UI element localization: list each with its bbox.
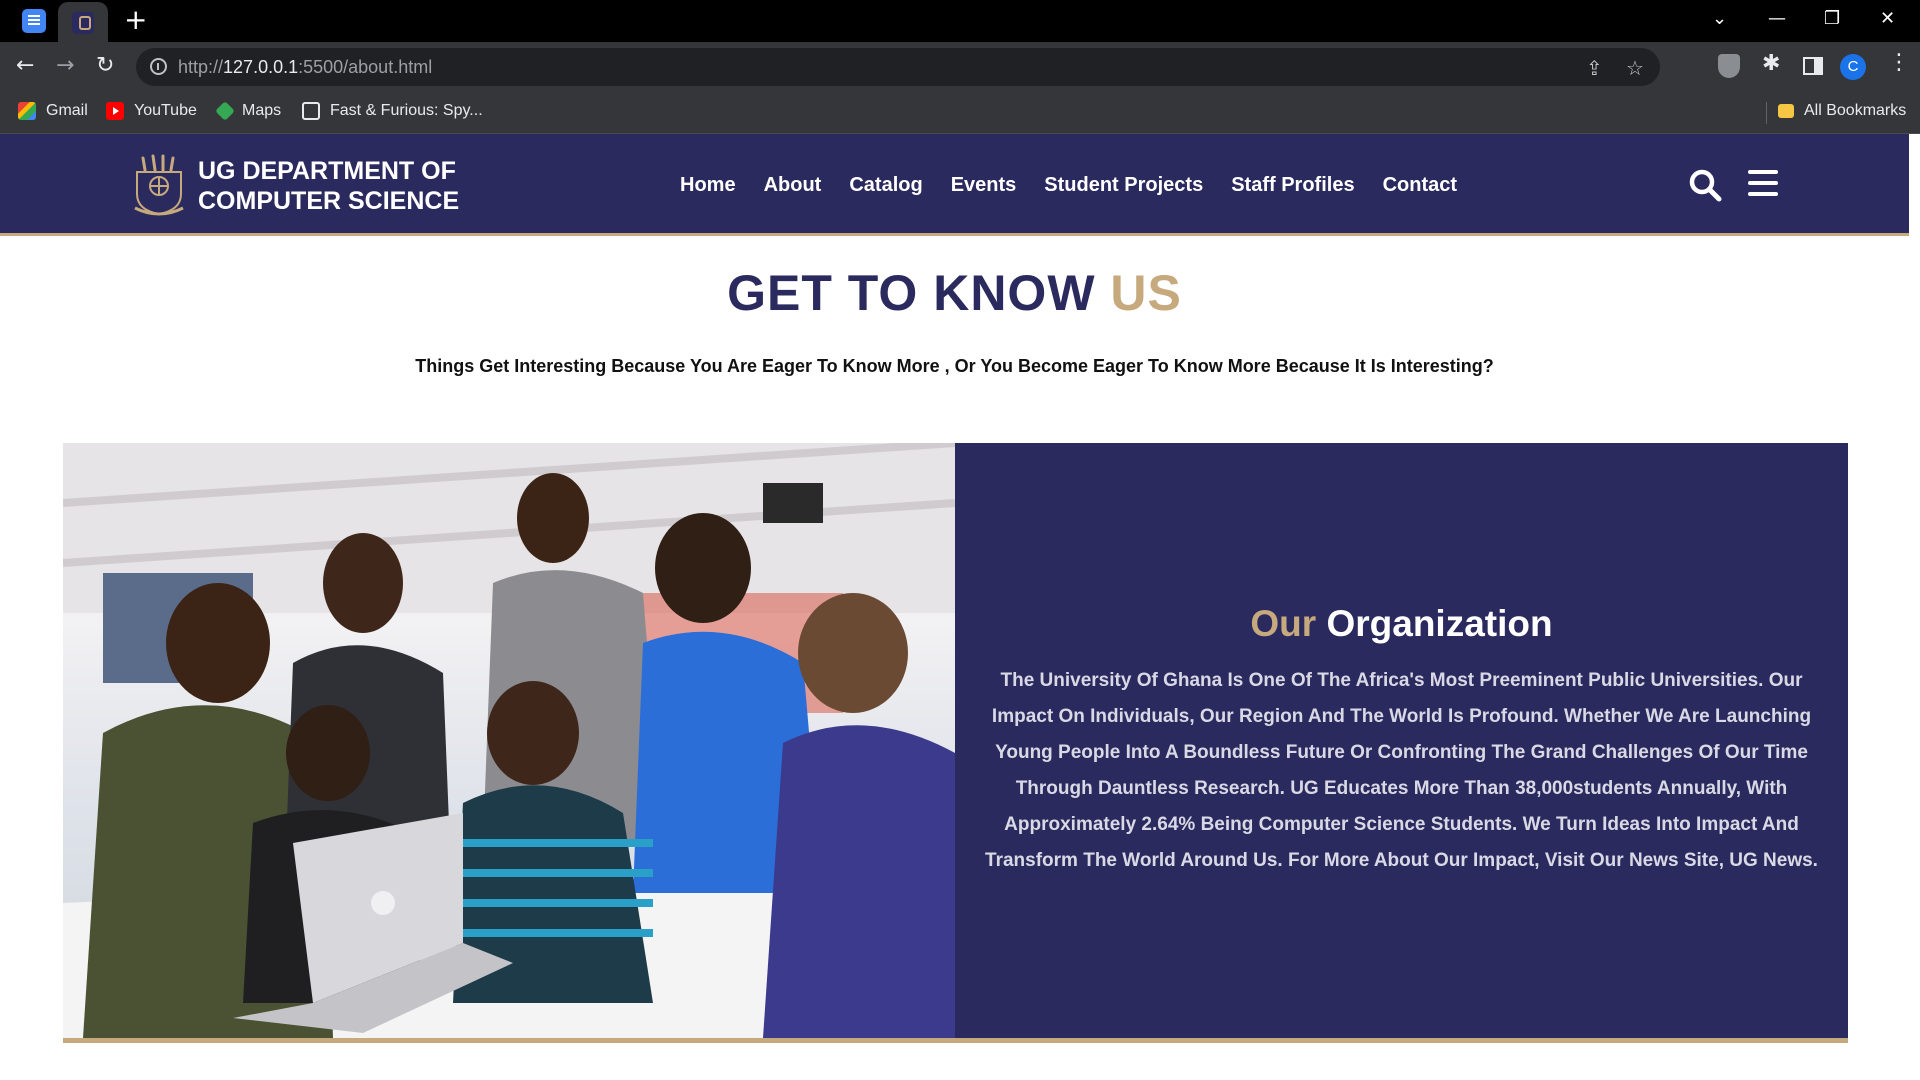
- nav-contact[interactable]: Contact: [1383, 174, 1457, 197]
- page-tagline: Things Get Interesting Because You Are E…: [415, 356, 1494, 376]
- browser-menu-icon[interactable]: ⋮: [1888, 50, 1910, 75]
- bookmark-youtube[interactable]: YouTube: [106, 102, 197, 120]
- reload-button[interactable]: ↻: [96, 53, 114, 78]
- organization-description: The University Of Ghana Is One Of The Af…: [985, 670, 1818, 871]
- organization-title: Our Organization: [1250, 603, 1553, 644]
- bookmarks-bar: Gmail YouTube Maps Fast & Furious: Spy..…: [0, 92, 1920, 134]
- about-section: Our Organization The University Of Ghana…: [63, 443, 1848, 1043]
- university-crest-icon[interactable]: [131, 154, 187, 216]
- close-window-button[interactable]: ✕: [1880, 8, 1895, 29]
- browser-tab-bar: + ⌄ — ❐ ✕: [0, 0, 1920, 42]
- maps-icon: [215, 101, 235, 121]
- bookmark-fast-furious[interactable]: Fast & Furious: Spy...: [302, 102, 483, 120]
- main-menu: Home About Catalog Events Student Projec…: [680, 174, 1457, 197]
- bookmark-star-icon[interactable]: ☆: [1626, 56, 1644, 80]
- restore-button[interactable]: ❐: [1824, 8, 1840, 29]
- nav-student-projects[interactable]: Student Projects: [1044, 174, 1203, 197]
- side-panel-icon[interactable]: [1803, 57, 1823, 75]
- nav-catalog[interactable]: Catalog: [849, 174, 922, 197]
- back-button[interactable]: ←: [16, 53, 34, 78]
- site-brand[interactable]: UG DEPARTMENT OF COMPUTER SCIENCE: [198, 156, 459, 216]
- nav-events[interactable]: Events: [951, 174, 1017, 197]
- site-info-icon[interactable]: [150, 58, 167, 75]
- students-photo: [63, 443, 955, 1038]
- nav-about[interactable]: About: [764, 174, 822, 197]
- search-icon[interactable]: [1688, 168, 1722, 202]
- youtube-icon: [106, 102, 124, 120]
- tab-search-icon[interactable]: ⌄: [1712, 8, 1727, 29]
- profile-avatar[interactable]: C: [1840, 54, 1866, 80]
- organization-panel: Our Organization The University Of Ghana…: [955, 443, 1848, 1038]
- address-bar[interactable]: http://127.0.0.1:5500/about.html ⇪ ☆: [136, 48, 1660, 86]
- share-icon[interactable]: ⇪: [1586, 56, 1603, 80]
- nav-staff-profiles[interactable]: Staff Profiles: [1231, 174, 1354, 197]
- site-favicon-icon: [72, 12, 94, 34]
- page-viewport: UG DEPARTMENT OF COMPUTER SCIENCE Home A…: [0, 134, 1920, 1080]
- url-text[interactable]: http://127.0.0.1:5500/about.html: [178, 57, 432, 78]
- extensions-puzzle-icon[interactable]: ✱: [1762, 51, 1784, 76]
- bookmarks-separator: [1766, 102, 1767, 124]
- folder-icon: [1778, 104, 1794, 118]
- browser-toolbar: ← → ↻ http://127.0.0.1:5500/about.html ⇪…: [0, 42, 1920, 92]
- minimize-button[interactable]: —: [1768, 8, 1786, 29]
- site-header: UG DEPARTMENT OF COMPUTER SCIENCE Home A…: [0, 134, 1909, 236]
- students-at-laptop-illustration: [63, 443, 955, 1038]
- brand-line-1: UG DEPARTMENT OF: [198, 157, 456, 185]
- all-bookmarks[interactable]: All Bookmarks: [1778, 102, 1906, 120]
- hamburger-menu-icon[interactable]: [1748, 170, 1778, 196]
- docs-tab-icon[interactable]: [22, 9, 46, 33]
- nav-home[interactable]: Home: [680, 174, 736, 197]
- forward-button[interactable]: →: [56, 53, 74, 78]
- brand-line-2: COMPUTER SCIENCE: [198, 187, 460, 215]
- active-tab[interactable]: [58, 2, 108, 42]
- bookmark-maps[interactable]: Maps: [215, 101, 281, 121]
- shield-extension-icon[interactable]: [1718, 54, 1740, 78]
- page-title: GET TO KNOW US: [727, 265, 1182, 321]
- globe-icon: [302, 102, 320, 120]
- gmail-icon: [18, 102, 36, 120]
- new-tab-button[interactable]: +: [124, 6, 147, 34]
- bookmark-gmail[interactable]: Gmail: [18, 102, 88, 120]
